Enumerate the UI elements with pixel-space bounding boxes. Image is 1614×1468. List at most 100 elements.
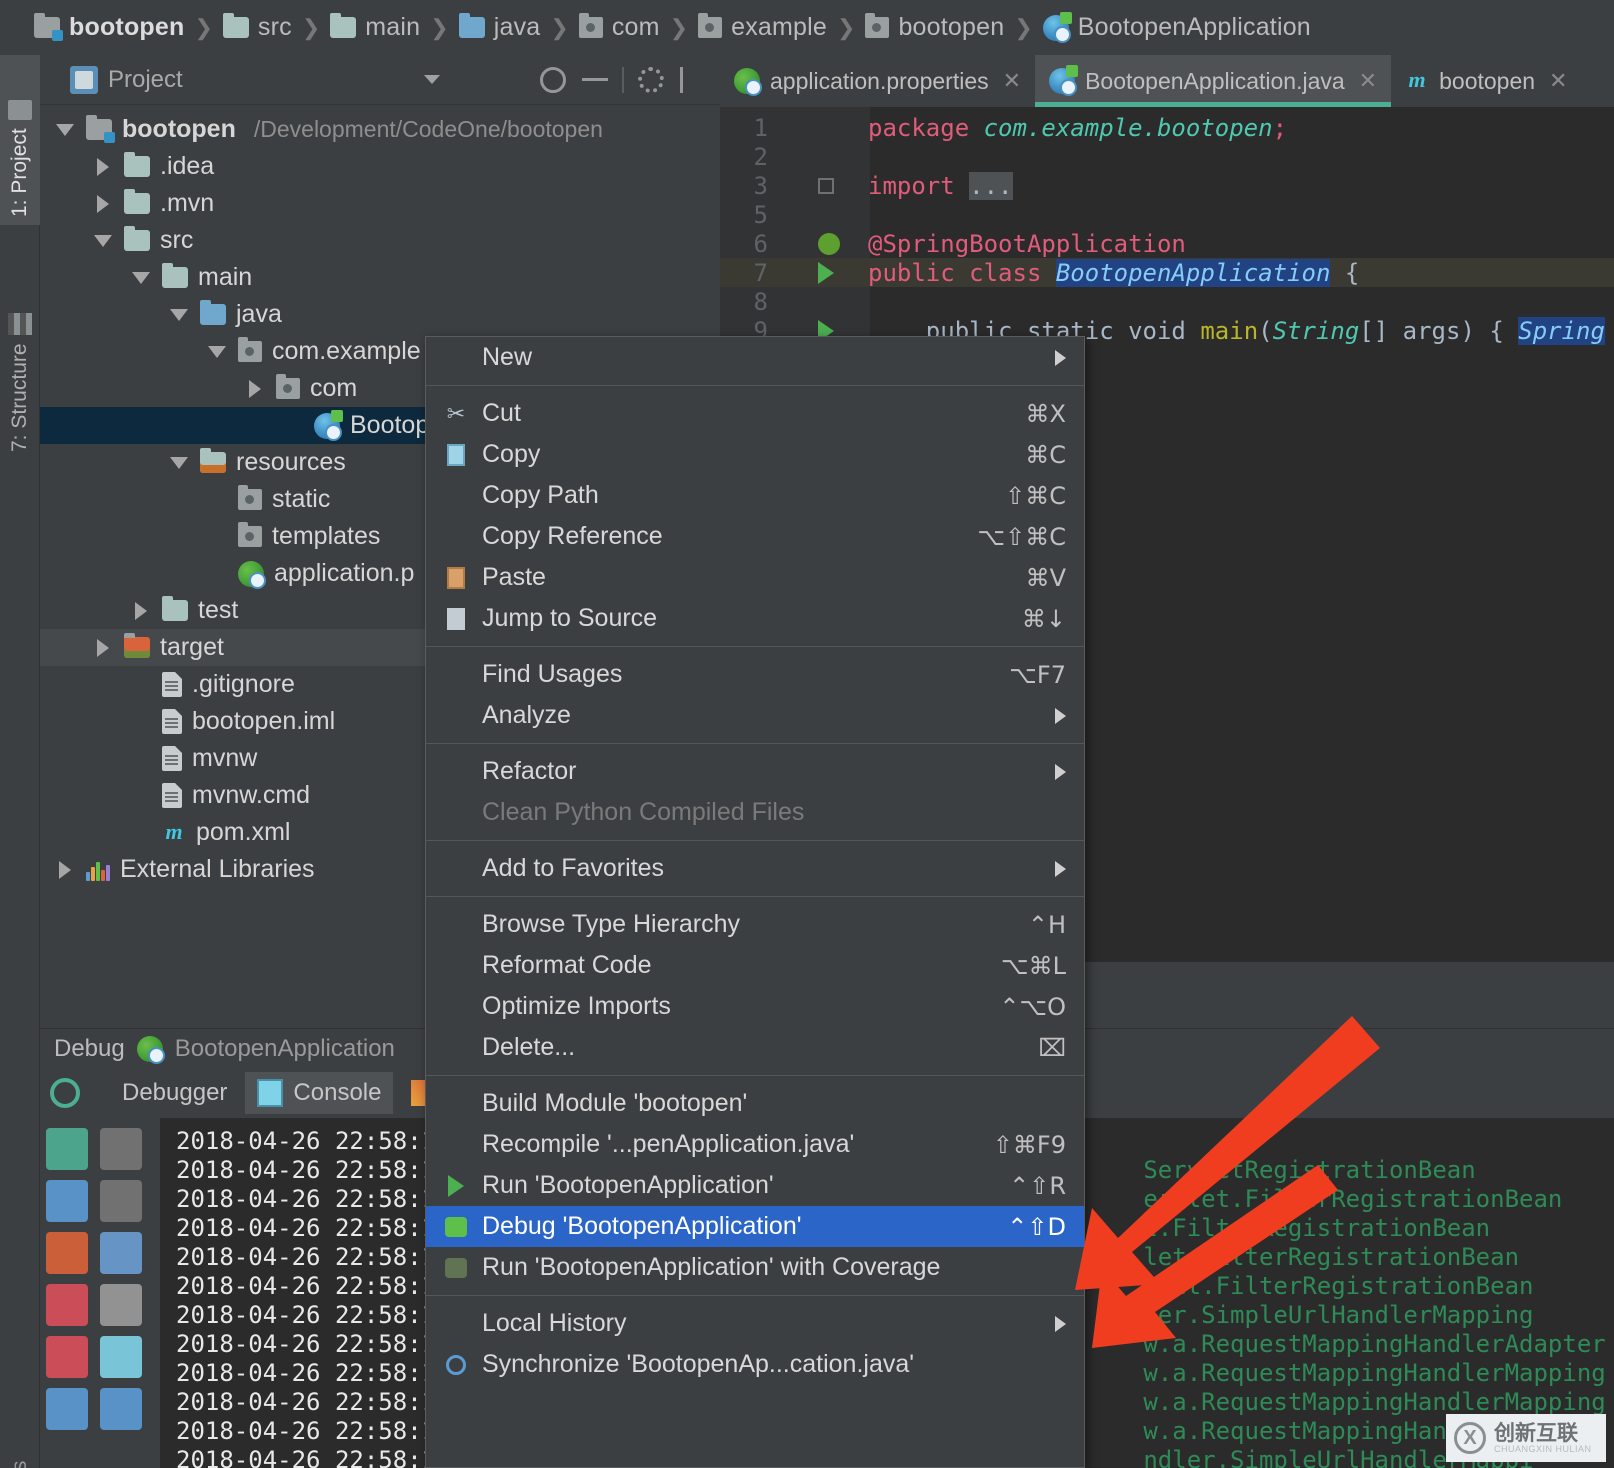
menu-item-add-to-favorites[interactable]: Add to Favorites	[426, 848, 1084, 889]
collapse-all-icon[interactable]	[582, 66, 608, 93]
tree-twisty[interactable]	[244, 379, 266, 398]
tree-node--idea[interactable]: .idea	[40, 148, 720, 185]
tree-twisty[interactable]	[92, 638, 114, 657]
chevron-right-icon[interactable]	[97, 638, 109, 657]
sidebar-item-structure[interactable]: 7: Structure	[0, 240, 40, 460]
menu-item-reformat-code[interactable]: Reformat Code ⌥⌘L	[426, 945, 1084, 986]
menu-item-new[interactable]: New	[426, 337, 1084, 378]
spring-run-icon[interactable]	[818, 261, 834, 284]
breadcrumb-item-bootopenapplication[interactable]: BootopenApplication	[1039, 11, 1315, 43]
step-into-icon[interactable]	[100, 1180, 142, 1222]
close-icon[interactable]: ✕	[1003, 68, 1021, 94]
evaluate-icon[interactable]	[100, 1232, 142, 1274]
sidebar-item-project[interactable]: 1: Project	[0, 55, 40, 225]
menu-item-run--bootopenapplication-[interactable]: Run 'BootopenApplication' ⌃⇧R	[426, 1165, 1084, 1206]
breakpoints-icon[interactable]	[46, 1336, 88, 1378]
chevron-down-icon[interactable]	[56, 123, 74, 136]
rerun-icon[interactable]	[46, 1128, 88, 1170]
settings-gear-icon[interactable]	[638, 66, 664, 93]
tree-node-java[interactable]: java	[40, 296, 720, 333]
locate-icon[interactable]	[540, 66, 566, 93]
menu-item-debug--bootopenapplication-[interactable]: Debug 'BootopenApplication' ⌃⇧D	[426, 1206, 1084, 1247]
chevron-right-icon[interactable]	[59, 860, 71, 879]
chevron-right-icon[interactable]	[249, 379, 261, 398]
mute-breakpoints-icon[interactable]	[46, 1284, 88, 1326]
tree-node--mvn[interactable]: .mvn	[40, 185, 720, 222]
sidebar-item-favorites[interactable]: orites	[0, 1385, 40, 1468]
hide-panel-icon[interactable]	[680, 66, 704, 93]
menu-item-find-usages[interactable]: Find Usages ⌥F7	[426, 654, 1084, 695]
tree-twisty[interactable]	[130, 271, 152, 284]
jump-icon	[440, 607, 472, 630]
menu-item-local-history[interactable]: Local History	[426, 1303, 1084, 1344]
tree-twisty[interactable]	[92, 234, 114, 247]
menu-item-cut[interactable]: ✂ Cut ⌘X	[426, 393, 1084, 434]
settings-icon[interactable]	[100, 1284, 142, 1326]
editor-tab-application-properties[interactable]: application.properties ✕	[720, 55, 1035, 107]
chevron-right-icon[interactable]	[135, 601, 147, 620]
menu-item-copy[interactable]: Copy ⌘C	[426, 434, 1084, 475]
stop-icon[interactable]	[46, 1232, 88, 1274]
tree-node-bootopen[interactable]: bootopen/Development/CodeOne/bootopen	[40, 111, 720, 148]
tree-twisty[interactable]	[168, 308, 190, 321]
tree-twisty[interactable]	[92, 157, 114, 176]
debug-tab-console[interactable]: Console	[245, 1072, 394, 1114]
breadcrumb-item-example[interactable]: example	[694, 13, 831, 42]
breadcrumb-item-main[interactable]: main	[326, 13, 424, 42]
menu-item-build-module--bootopen-[interactable]: Build Module 'bootopen'	[426, 1083, 1084, 1124]
chevron-right-icon[interactable]	[97, 194, 109, 213]
menu-item-paste[interactable]: Paste ⌘V	[426, 557, 1084, 598]
menu-item-delete---[interactable]: Delete... ⌧	[426, 1027, 1084, 1068]
menu-item-run--bootopenapplication--with-coverage[interactable]: Run 'BootopenApplication' with Coverage	[426, 1247, 1084, 1288]
debug-tab-debugger[interactable]: Debugger	[100, 1072, 239, 1114]
fold-marker-icon[interactable]	[818, 177, 834, 194]
menu-item-jump-to-source[interactable]: Jump to Source ⌘↓	[426, 598, 1084, 639]
breadcrumb-item-bootopen[interactable]: bootopen	[861, 13, 1008, 42]
package-icon	[238, 337, 262, 362]
spring-bean-icon[interactable]	[818, 232, 840, 255]
tree-twisty[interactable]	[54, 860, 76, 879]
step-over-icon[interactable]	[100, 1128, 142, 1170]
breadcrumb-item-src[interactable]: src	[219, 13, 296, 42]
breadcrumb-item-java[interactable]: java	[455, 13, 545, 42]
rerun-debug-icon[interactable]	[50, 1078, 80, 1108]
menu-item-optimize-imports[interactable]: Optimize Imports ⌃⌥O	[426, 986, 1084, 1027]
chevron-down-icon[interactable]	[132, 271, 150, 284]
tree-node-main[interactable]: main	[40, 259, 720, 296]
tree-twisty[interactable]	[206, 345, 228, 358]
breadcrumb: bootopen ❯ src ❯ main ❯ java ❯ com ❯ example ❯ booto…	[0, 0, 1614, 55]
editor-tab-bootopenapplication-java[interactable]: BootopenApplication.java ✕	[1035, 55, 1392, 107]
close-icon[interactable]: ✕	[1549, 68, 1567, 94]
chevron-down-icon[interactable]	[94, 234, 112, 247]
chevron-down-icon[interactable]	[170, 308, 188, 321]
menu-item-refactor[interactable]: Refactor	[426, 751, 1084, 792]
menu-item-browse-type-hierarchy[interactable]: Browse Type Hierarchy ⌃H	[426, 904, 1084, 945]
camera-icon[interactable]	[46, 1388, 88, 1430]
menu-item-synchronize--bootopenap---cation-java-[interactable]: Synchronize 'BootopenAp...cation.java'	[426, 1344, 1084, 1385]
breadcrumb-item-com[interactable]: com	[575, 13, 664, 42]
menu-item-analyze[interactable]: Analyze	[426, 695, 1084, 736]
print-icon[interactable]	[100, 1336, 142, 1378]
chevron-right-icon[interactable]	[97, 157, 109, 176]
chevron-down-icon[interactable]	[424, 75, 440, 84]
context-menu[interactable]: New ✂ Cut ⌘X Copy ⌘C Copy Path ⇧⌘C Copy Referenc…	[425, 336, 1085, 1468]
menu-item-copy-reference[interactable]: Copy Reference ⌥⇧⌘C	[426, 516, 1084, 557]
breadcrumb-item-bootopen[interactable]: bootopen	[30, 13, 188, 42]
editor-tab-bootopen[interactable]: m bootopen ✕	[1391, 55, 1581, 107]
tree-node-src[interactable]: src	[40, 222, 720, 259]
close-icon[interactable]: ✕	[1359, 68, 1377, 94]
gutter-icons[interactable]	[768, 177, 868, 194]
pause-icon[interactable]	[46, 1180, 88, 1222]
chevron-down-icon[interactable]	[208, 345, 226, 358]
trash-icon[interactable]	[100, 1388, 142, 1430]
tree-twisty[interactable]	[130, 601, 152, 620]
chevron-down-icon[interactable]	[170, 456, 188, 469]
menu-item-copy-path[interactable]: Copy Path ⇧⌘C	[426, 475, 1084, 516]
menu-item-label: Run 'BootopenApplication' with Coverage	[482, 1253, 941, 1281]
tree-twisty[interactable]	[92, 194, 114, 213]
tree-twisty[interactable]	[54, 123, 76, 136]
tree-twisty[interactable]	[168, 456, 190, 469]
menu-item-recompile-----penapplication-java-[interactable]: Recompile '...penApplication.java' ⇧⌘F9	[426, 1124, 1084, 1165]
gutter-icons[interactable]	[768, 232, 868, 255]
gutter-icons[interactable]	[768, 261, 868, 284]
